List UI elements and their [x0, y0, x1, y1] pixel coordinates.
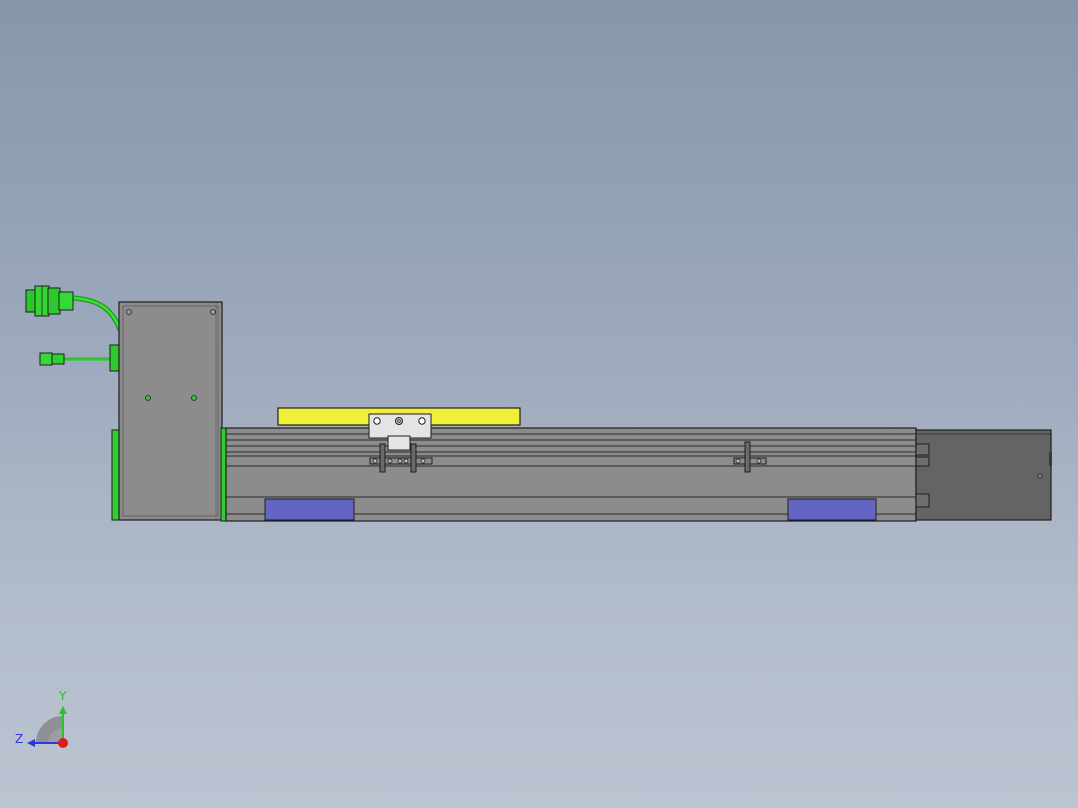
- power-connector: [25, 285, 74, 317]
- housing-screw: [145, 395, 151, 401]
- axis-y-label: Y: [58, 689, 67, 703]
- axis-z-label: Z: [15, 732, 23, 746]
- signal-connector: [39, 352, 65, 366]
- linear-actuator-drawing: Y Z: [15, 285, 1052, 748]
- motor-cable-assembly: [25, 285, 123, 372]
- right-end-block: [915, 429, 1052, 521]
- stopper-right: [787, 498, 877, 521]
- orientation-triad: Y Z: [15, 689, 68, 748]
- bracket-screw: [418, 417, 426, 425]
- bracket-screw: [373, 417, 381, 425]
- end-block-screw: [1037, 473, 1043, 479]
- housing-screw: [126, 309, 132, 315]
- housing-screw: [210, 309, 216, 315]
- axis-z-arrow: [27, 739, 35, 747]
- axis-y-arrow: [59, 706, 67, 714]
- stopper-left: [264, 498, 355, 521]
- motor-housing: [118, 301, 223, 521]
- axis-origin: [58, 738, 68, 748]
- housing-screw: [191, 395, 197, 401]
- cad-viewport[interactable]: Y Z: [0, 0, 1078, 808]
- bracket-nut: [395, 417, 403, 425]
